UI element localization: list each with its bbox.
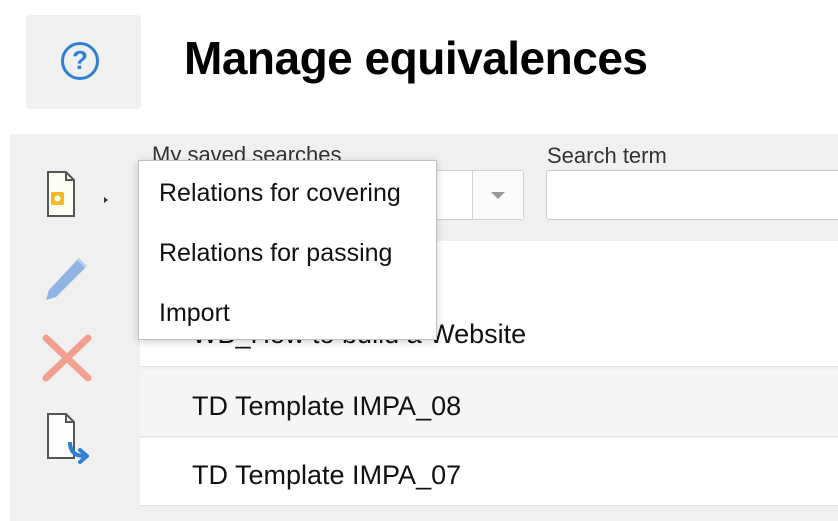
new-document-icon (47, 171, 108, 217)
menu-item-import[interactable]: Import (139, 281, 436, 341)
edit-button[interactable] (40, 252, 100, 308)
pencil-icon (46, 257, 88, 300)
delete-x-icon (42, 334, 92, 382)
delete-button[interactable] (40, 330, 100, 386)
chevron-down-icon (491, 192, 505, 199)
list-item[interactable]: TD Template IMPA_07 (140, 438, 838, 506)
list-item-label: TD Template IMPA_07 (192, 460, 462, 490)
menu-item-label: Relations for passing (159, 239, 393, 267)
new-dropdown-menu: Relations for covering Relations for pas… (138, 160, 437, 340)
page-title: Manage equivalences (184, 32, 648, 84)
menu-item-relations-covering[interactable]: Relations for covering (139, 161, 436, 221)
help-circle-icon[interactable]: ? (61, 42, 99, 80)
search-input[interactable] (546, 170, 838, 220)
search-term-label: Search term (547, 143, 667, 168)
export-document-icon (47, 413, 89, 464)
export-button[interactable] (40, 410, 100, 466)
new-button[interactable] (40, 168, 108, 224)
menu-item-label: Relations for covering (159, 179, 401, 207)
menu-item-label: Import (159, 299, 230, 327)
list-item-label: TD Template IMPA_08 (192, 391, 462, 421)
menu-item-relations-passing[interactable]: Relations for passing (139, 221, 436, 281)
list-item[interactable]: TD Template IMPA_08 (140, 369, 838, 437)
select-toggle[interactable] (472, 171, 523, 219)
